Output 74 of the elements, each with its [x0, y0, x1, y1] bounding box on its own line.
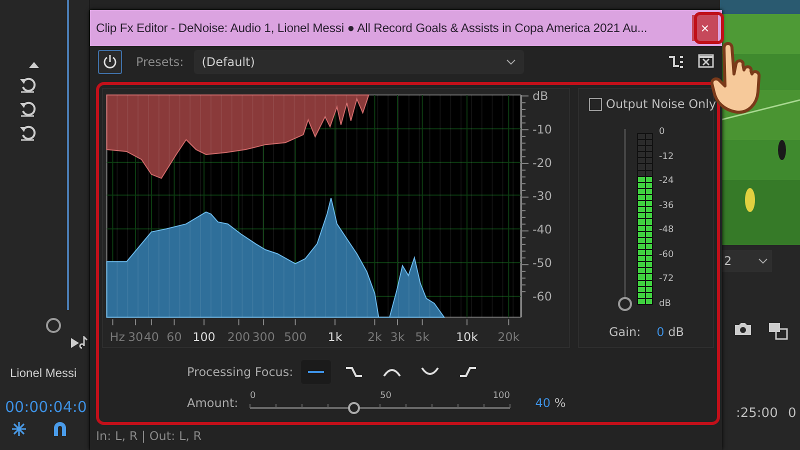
axis-label: -30	[532, 189, 552, 204]
tick-label: 100	[493, 391, 510, 401]
meter-label: dB	[659, 298, 672, 309]
axis-label: 5k	[415, 330, 430, 344]
axis-label: dB	[532, 88, 548, 103]
focus-button[interactable]	[301, 360, 332, 384]
power-icon	[102, 54, 118, 70]
axis-label: -10	[532, 122, 552, 136]
axis-label: 1k	[328, 330, 342, 344]
meter-label: -72	[659, 274, 674, 284]
reset-icon[interactable]	[18, 100, 38, 118]
slider-handle[interactable]	[46, 318, 61, 333]
chevron-down-icon	[758, 258, 768, 264]
axis-label: Hz	[110, 330, 125, 344]
channel-info: In: L, R | Out: L, R	[95, 428, 203, 445]
axis-label: -60	[532, 290, 552, 304]
gain-slider[interactable]	[618, 129, 632, 311]
clear-icon[interactable]	[698, 54, 714, 68]
mid-curve-icon	[383, 367, 402, 377]
presets-label: Presets:	[136, 55, 184, 69]
routing-icon[interactable]	[668, 54, 684, 70]
reset-icon[interactable]	[18, 76, 38, 94]
gain-value: 0 dB	[656, 325, 684, 339]
meter-label: -48	[659, 225, 674, 236]
axis-label: 40	[144, 330, 159, 344]
snap-icon[interactable]	[10, 420, 28, 438]
highlight-frame	[694, 12, 724, 44]
camera-icon[interactable]	[734, 322, 752, 336]
axis-label: 60	[166, 330, 182, 344]
reset-icon[interactable]	[18, 124, 38, 142]
tick-label: 0	[250, 391, 256, 401]
export-frame-icon[interactable]	[768, 322, 788, 340]
window-title: Clip Fx Editor - DeNoise: Audio 1, Lionel Messi ● All Record Goals & Assists in Copa America 2021 Au...	[96, 21, 648, 35]
slider-handle[interactable]	[348, 402, 360, 414]
time-ruler-label: 0	[788, 406, 796, 421]
triangle-up-icon[interactable]	[28, 60, 40, 70]
amount-label: Amount:	[187, 396, 238, 410]
amount-value: 40 %	[535, 396, 566, 410]
low-curve-icon	[345, 367, 364, 377]
processing-focus-label: Processing Focus:	[187, 365, 294, 379]
clip-name: Lionel Messi	[10, 366, 77, 380]
axis-label: 2k	[367, 330, 382, 344]
checkbox-label: Output Noise Only	[606, 97, 716, 111]
time-ruler-label: :25:00	[736, 406, 778, 421]
meter-label: -12	[659, 152, 674, 162]
meter-label: -60	[659, 250, 674, 260]
axis-label: 20k	[498, 330, 520, 344]
axis-label: 200	[227, 330, 250, 344]
timecode: 00:00:04:0	[5, 398, 87, 416]
power-button[interactable]	[98, 50, 122, 74]
checkbox[interactable]	[589, 98, 602, 110]
chevron-down-icon	[506, 59, 516, 65]
axis-label: 100	[192, 330, 216, 344]
play-audio-icon[interactable]	[70, 336, 88, 350]
magnet-icon[interactable]	[52, 420, 68, 438]
axis-label: -50	[532, 256, 552, 270]
notch-curve-icon	[421, 367, 440, 377]
axis-label: 3k	[390, 330, 405, 344]
high-curve-icon	[459, 367, 478, 377]
tick-label: 50	[380, 391, 392, 401]
axis-label: -20	[532, 156, 552, 170]
meter-label: -24	[659, 176, 674, 186]
meter-label: 0	[659, 127, 666, 137]
slider-handle[interactable]	[618, 297, 632, 311]
axis-label: 500	[284, 330, 307, 344]
amount-slider[interactable]: 0 50 100	[248, 390, 514, 416]
axis-label: 30	[128, 330, 144, 344]
gain-label: Gain:	[609, 325, 641, 339]
dropdown[interactable]: 2	[720, 250, 772, 272]
axis-label: 300	[252, 330, 275, 344]
meter-label: -36	[659, 200, 674, 211]
presets-dropdown[interactable]: (Default)	[194, 50, 524, 74]
axis-label: -40	[532, 222, 552, 237]
axis-label: 10k	[456, 330, 478, 344]
